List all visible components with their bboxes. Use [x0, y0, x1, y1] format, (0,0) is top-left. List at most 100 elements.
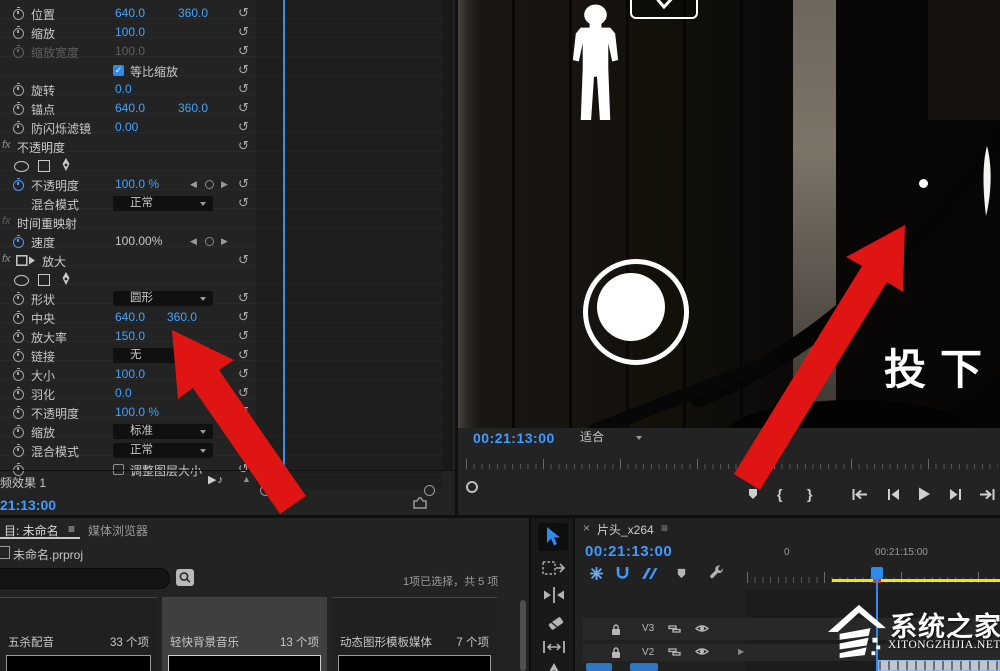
reset-icon[interactable]: ↺: [238, 423, 249, 438]
reset-icon[interactable]: ↺: [238, 81, 249, 96]
stopwatch-icon[interactable]: [13, 424, 24, 438]
stopwatch-icon[interactable]: [13, 101, 24, 115]
snap-magnet-icon[interactable]: [615, 566, 630, 581]
zoom-bar-left-handle[interactable]: [260, 485, 271, 496]
stopwatch-icon[interactable]: [13, 25, 24, 39]
stopwatch-icon[interactable]: [13, 329, 24, 343]
add-keyframe-icon[interactable]: [205, 237, 214, 246]
insert-overwrite-icon[interactable]: [589, 566, 604, 581]
lock-icon[interactable]: [610, 623, 622, 636]
reset-icon[interactable]: ↺: [238, 252, 249, 267]
next-keyframe-icon[interactable]: ▶: [221, 179, 228, 190]
link-dropdown[interactable]: 无: [113, 348, 213, 363]
panel-menu-icon[interactable]: ≡: [661, 521, 668, 535]
sequence-tab[interactable]: 片头_x264: [597, 521, 654, 538]
reset-icon[interactable]: ↺: [238, 290, 249, 305]
rect-mask-icon[interactable]: [38, 274, 50, 286]
razor-tool[interactable]: [545, 614, 564, 633]
tab-media-browser[interactable]: 媒体浏览器: [88, 522, 148, 539]
value-y[interactable]: 360.0: [167, 310, 197, 324]
value-x[interactable]: 640.0: [115, 6, 145, 20]
reset-icon[interactable]: ↺: [238, 309, 249, 324]
stopwatch-icon[interactable]: [13, 291, 24, 305]
effect-playhead-line[interactable]: [283, 0, 285, 489]
uniform-scale-checkbox[interactable]: ✓: [113, 64, 124, 76]
value-x[interactable]: 640.0: [115, 310, 145, 324]
stopwatch-icon[interactable]: [13, 120, 24, 134]
value[interactable]: 100.0 %: [115, 405, 159, 419]
pen-mask-icon[interactable]: [60, 272, 72, 286]
audio-effects-section[interactable]: 频效果 1: [0, 474, 46, 491]
effect-name[interactable]: 放大: [42, 253, 66, 270]
stopwatch-icon[interactable]: [13, 405, 24, 419]
selection-tool[interactable]: [546, 527, 561, 547]
reset-icon[interactable]: ↺: [238, 366, 249, 381]
reset-icon[interactable]: ↺: [238, 100, 249, 115]
prev-keyframe-icon[interactable]: ◀: [190, 236, 197, 247]
prev-keyframe-icon[interactable]: ◀: [190, 179, 197, 190]
track-select-tool[interactable]: [542, 560, 566, 576]
value[interactable]: 100.00%: [115, 234, 162, 248]
value[interactable]: 100.0: [115, 25, 145, 39]
zoom-fit-dropdown[interactable]: 适合: [568, 429, 650, 446]
lock-icon[interactable]: [610, 646, 622, 659]
panel-menu-icon[interactable]: ≡: [68, 522, 75, 536]
reset-icon[interactable]: ↺: [238, 328, 249, 343]
reset-icon[interactable]: ↺: [238, 62, 249, 77]
search-bin-icon[interactable]: [176, 569, 194, 586]
timeline-settings-wrench-icon[interactable]: [709, 565, 724, 580]
bin-item[interactable]: 五杀配音 33 个项: [0, 597, 157, 671]
track-eye-icon[interactable]: [695, 623, 709, 634]
goto-in-button[interactable]: [851, 488, 868, 501]
value[interactable]: 0.00: [115, 120, 138, 134]
play-audio-icon[interactable]: ▶♪: [208, 473, 224, 486]
track-label[interactable]: V2: [642, 647, 654, 658]
program-timecode[interactable]: 00:21:13:00: [473, 430, 555, 446]
keyframe-timeline-area[interactable]: [256, 0, 443, 489]
resize-layer-checkbox[interactable]: [113, 463, 124, 475]
monitor-scrubber-handle[interactable]: [466, 481, 478, 493]
reset-icon[interactable]: ↺: [238, 138, 249, 153]
value[interactable]: 100.0 %: [115, 177, 159, 191]
value[interactable]: 100.0: [115, 367, 145, 381]
track-eye-icon[interactable]: [695, 646, 709, 657]
close-tab-icon[interactable]: ×: [583, 521, 590, 535]
pen-tool[interactable]: [547, 663, 561, 671]
pen-mask-icon[interactable]: [60, 158, 72, 172]
add-keyframe-icon[interactable]: [205, 180, 214, 189]
timeline-timecode[interactable]: 00:21:13:00: [585, 543, 672, 560]
value-y[interactable]: 360.0: [178, 101, 208, 115]
search-input[interactable]: [0, 568, 170, 589]
value[interactable]: 0.0: [115, 82, 132, 96]
play-button[interactable]: [917, 486, 931, 502]
value-x[interactable]: 640.0: [115, 101, 145, 115]
effect-panel-timecode[interactable]: 21:13:00: [0, 497, 56, 513]
sync-lock-icon[interactable]: [668, 623, 681, 635]
effect-name[interactable]: 不透明度: [17, 139, 65, 156]
clip-collapse-icon[interactable]: ▶: [738, 647, 744, 656]
blend-mode-dropdown[interactable]: 正常: [113, 443, 213, 458]
reset-icon[interactable]: ↺: [238, 195, 249, 210]
step-forward-button[interactable]: [949, 488, 963, 501]
add-marker-icon[interactable]: [675, 567, 688, 580]
mark-out-button[interactable]: }: [807, 486, 812, 502]
project-scrollbar[interactable]: [520, 600, 526, 671]
reset-icon[interactable]: ↺: [238, 347, 249, 362]
project-file-name[interactable]: 未命名.prproj: [13, 546, 83, 563]
rect-mask-icon[interactable]: [38, 160, 50, 172]
stopwatch-icon[interactable]: [13, 310, 24, 324]
zoom-bar-right-handle[interactable]: [424, 485, 435, 496]
stopwatch-icon[interactable]: [13, 234, 24, 248]
reset-icon[interactable]: ↺: [238, 43, 249, 58]
bin-item-selected[interactable]: 轻快背景音乐 13 个项: [162, 597, 327, 671]
reset-icon[interactable]: ↺: [238, 176, 249, 191]
reset-icon[interactable]: ↺: [238, 385, 249, 400]
export-frame-icon[interactable]: [413, 496, 427, 509]
reset-icon[interactable]: ↺: [238, 5, 249, 20]
sync-lock-icon[interactable]: [668, 646, 681, 658]
reset-icon[interactable]: ↺: [238, 119, 249, 134]
mark-in-button[interactable]: {: [777, 486, 782, 502]
goto-out-button[interactable]: [979, 488, 996, 501]
scale-mode-dropdown[interactable]: 标准: [113, 424, 213, 439]
ellipse-mask-icon[interactable]: [14, 161, 29, 172]
